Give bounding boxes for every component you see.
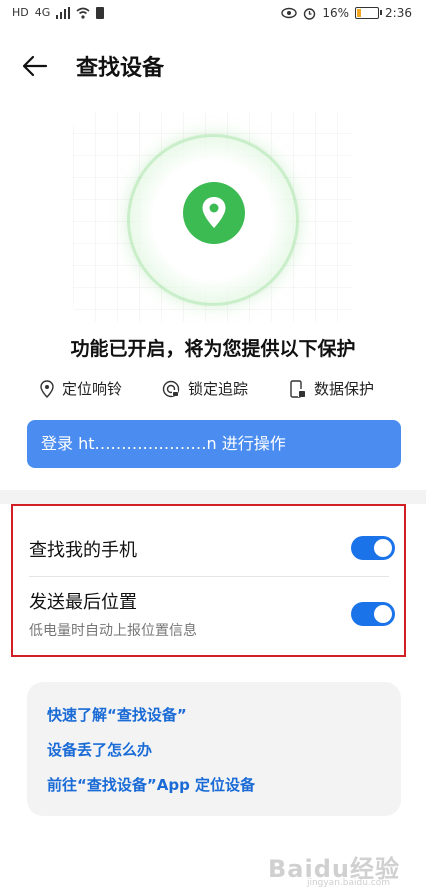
watermark-url: jingyan.baidu.com [306, 878, 390, 888]
feature-ring: 定位响铃 [40, 378, 122, 399]
hero-illustration [73, 112, 353, 322]
eye-icon [281, 7, 298, 19]
help-link-open-app[interactable]: 前往“查找设备”App 定位设备 [47, 774, 255, 795]
hd-icon: HD [12, 6, 29, 19]
toggle-knob [374, 539, 392, 557]
row-divider [29, 576, 389, 577]
feature-lock-track: 锁定追踪 [162, 378, 248, 399]
find-my-phone-toggle[interactable] [351, 536, 395, 560]
app-bar: 查找设备 [0, 44, 426, 88]
setting-description: 低电量时自动上报位置信息 [29, 623, 197, 639]
back-arrow-icon [22, 55, 48, 77]
setting-label: 查找我的手机 [29, 540, 137, 561]
setting-label: 发送最后位置 [29, 592, 137, 613]
phone-data-icon [290, 379, 305, 398]
sim-icon [96, 7, 105, 19]
feature-data-protect: 数据保护 [290, 378, 374, 399]
clock: 2:36 [385, 6, 412, 20]
wifi-icon [76, 7, 90, 19]
network-icon: 4G [34, 6, 51, 19]
back-button[interactable] [22, 48, 62, 84]
help-card: 快速了解“查找设备” 设备丢了怎么办 前往“查找设备”App 定位设备 [27, 682, 401, 816]
feature-list: 定位响铃 锁定追踪 数据保护 [40, 378, 400, 402]
signal-icon [56, 7, 71, 19]
battery-percent: 16% [322, 6, 350, 20]
status-right-icons: 16% 2:36 [281, 6, 412, 20]
protection-headline: 功能已开启，将为您提供以下保护 [70, 338, 356, 360]
send-last-location-toggle[interactable] [351, 602, 395, 626]
login-button[interactable]: 登录 ht…………………n 进行操作 [27, 420, 401, 468]
settings-highlight-box: 查找我的手机 发送最后位置 低电量时自动上报位置信息 [11, 504, 406, 657]
help-link-intro[interactable]: 快速了解“查找设备” [47, 704, 187, 725]
feature-label: 锁定追踪 [188, 380, 249, 398]
status-bar: HD 4G 16% 2:36 [0, 0, 426, 28]
feature-label: 定位响铃 [62, 380, 123, 398]
lock-track-icon [162, 380, 180, 397]
battery-level-fill [357, 9, 361, 17]
section-gap [0, 490, 426, 504]
help-link-lost-device[interactable]: 设备丢了怎么办 [47, 739, 152, 760]
feature-label: 数据保护 [314, 380, 375, 398]
page-title: 查找设备 [76, 56, 165, 81]
status-left-icons: HD 4G [12, 6, 105, 20]
battery-icon [355, 7, 383, 19]
location-pin-icon [202, 197, 226, 228]
location-pin-badge [183, 182, 245, 244]
alarm-icon [304, 7, 316, 20]
toggle-knob [374, 605, 392, 623]
location-pin-icon [40, 379, 54, 398]
